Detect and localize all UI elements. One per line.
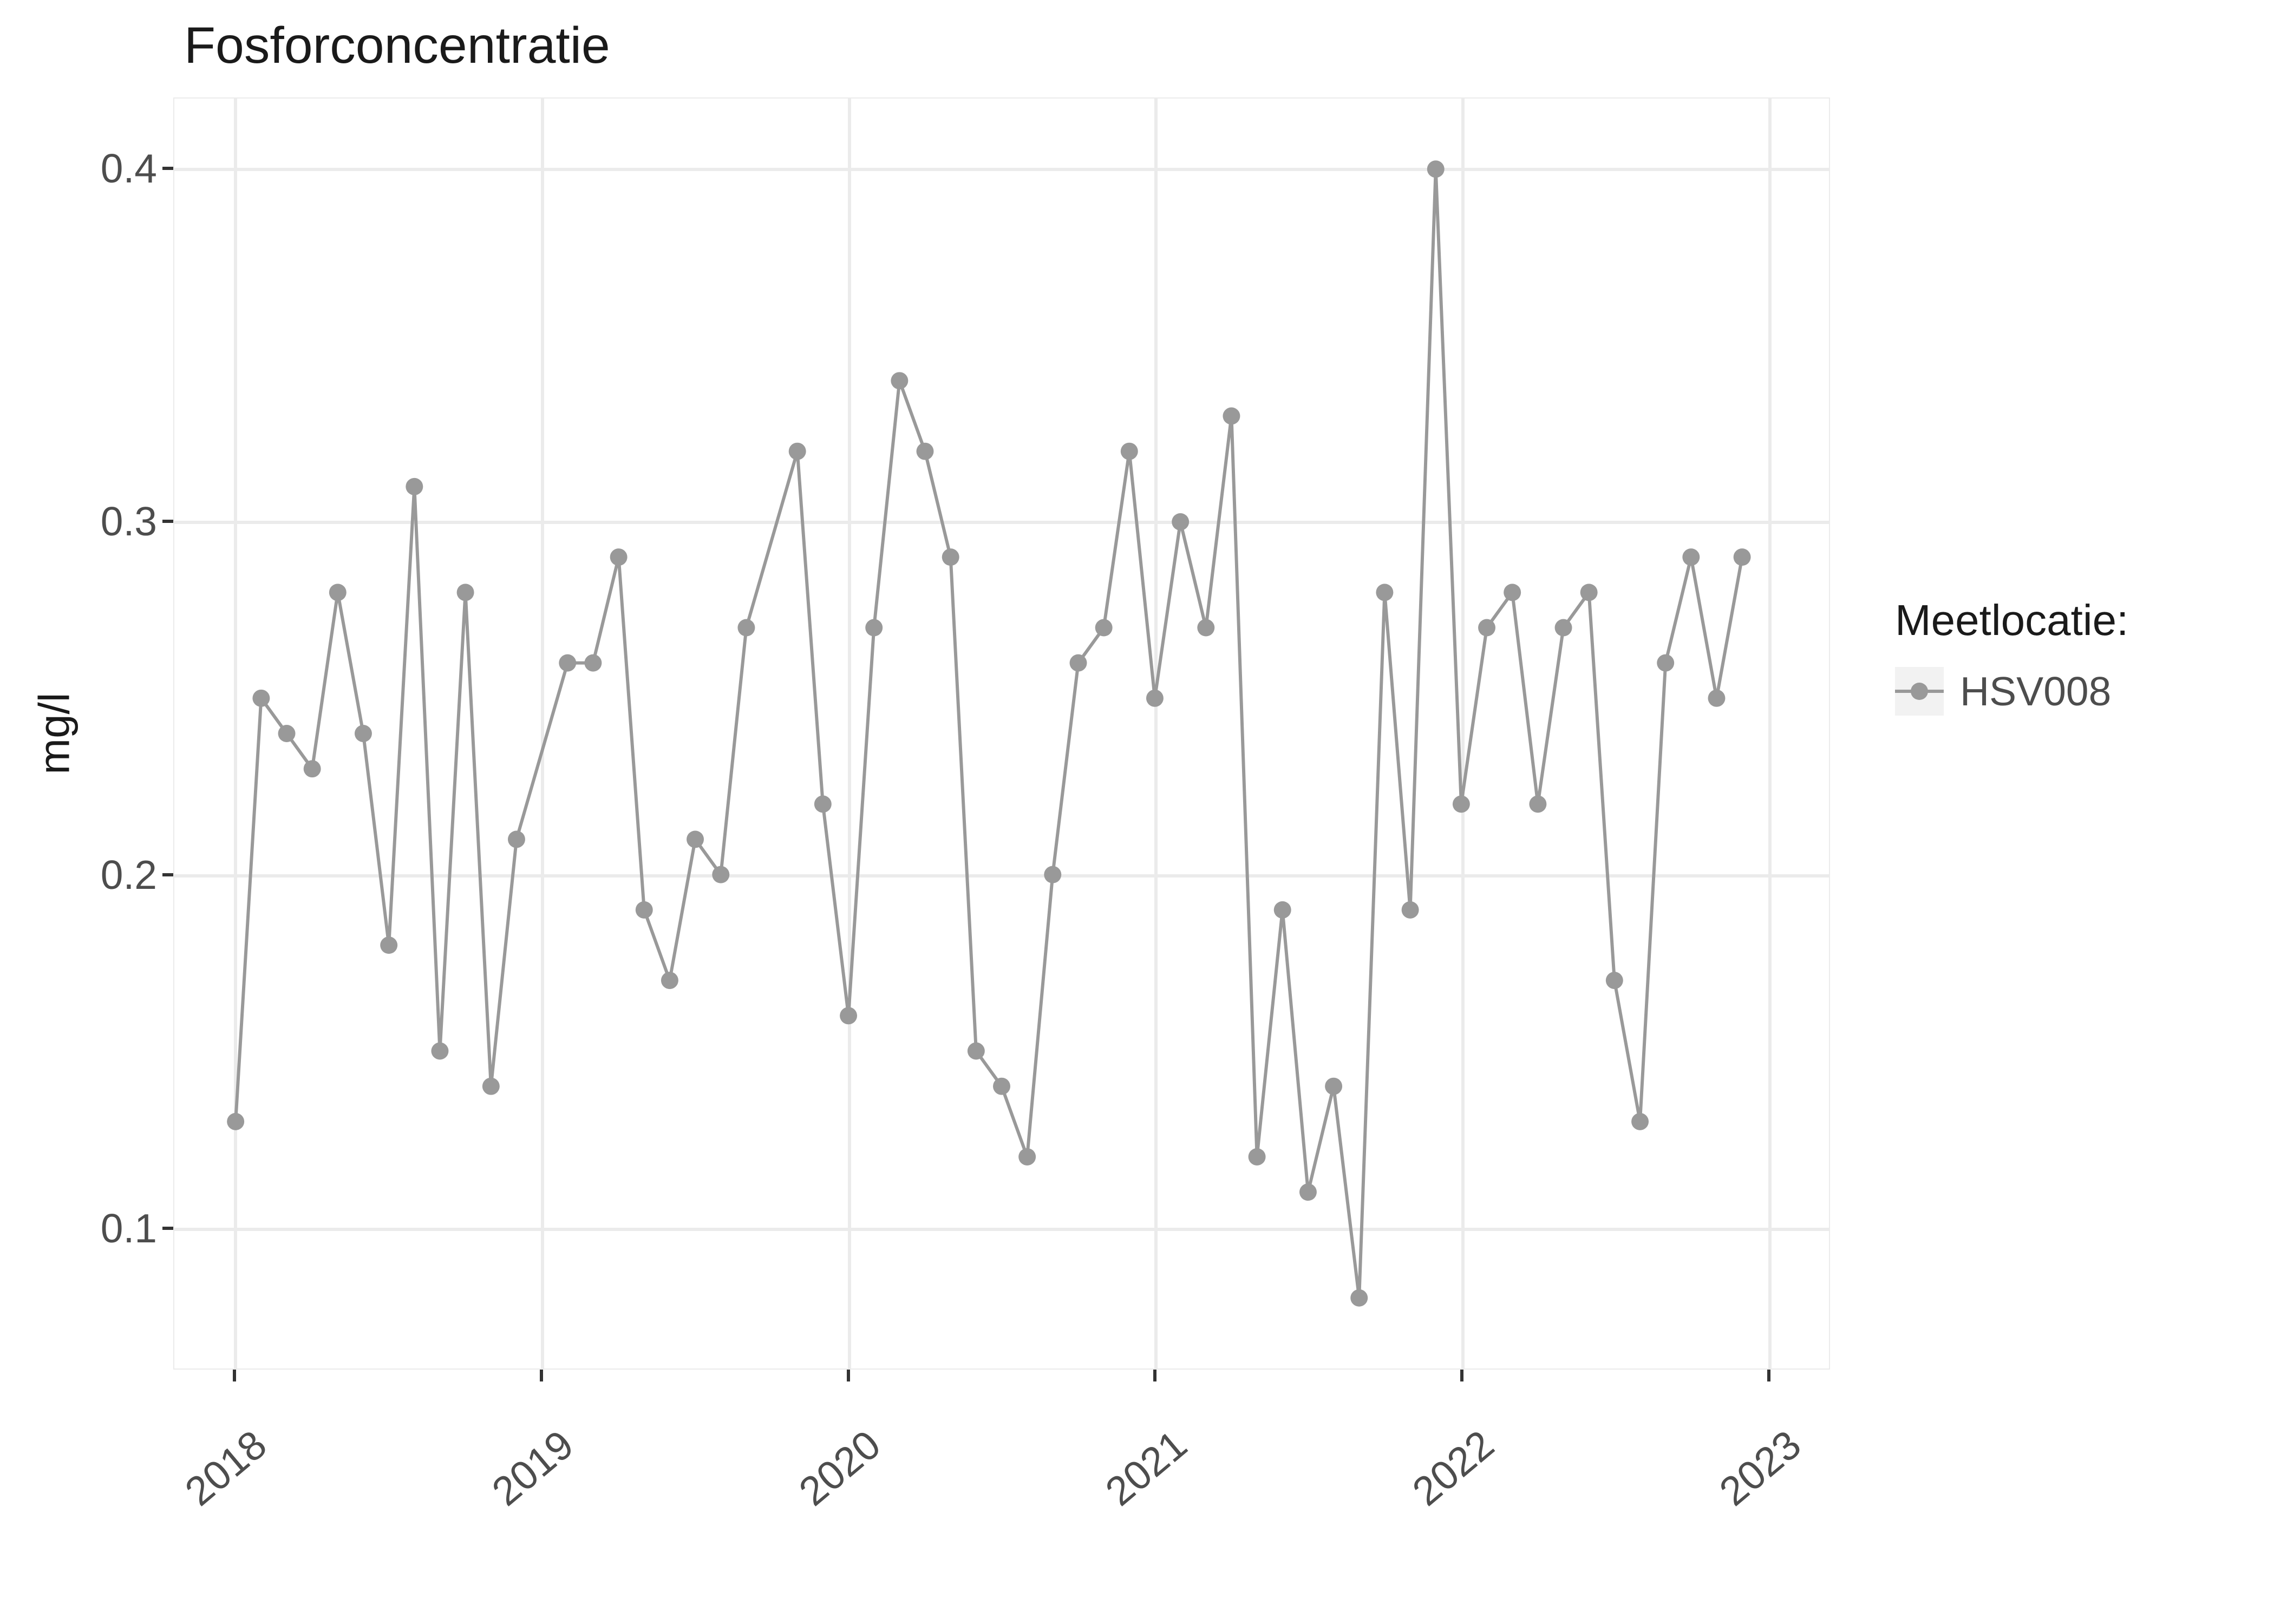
data-point [1453, 795, 1470, 813]
data-point [1095, 619, 1113, 637]
y-tick-mark [162, 167, 173, 170]
y-tick-label: 0.2 [65, 852, 157, 898]
data-point [1044, 866, 1061, 883]
data-point [917, 443, 934, 460]
data-point [891, 372, 908, 389]
data-point [584, 654, 602, 672]
x-tick-label: 2023 [1696, 1421, 1809, 1526]
data-point [1197, 619, 1214, 637]
data-point [1734, 548, 1751, 566]
data-point [482, 1078, 500, 1095]
data-point [1402, 901, 1419, 919]
data-point [1478, 619, 1495, 637]
y-tick-label: 0.1 [65, 1205, 157, 1252]
y-tick-label: 0.4 [65, 145, 157, 192]
y-tick-label: 0.3 [65, 498, 157, 545]
x-tick-label: 2021 [1083, 1421, 1195, 1526]
x-tick-mark [1460, 1370, 1463, 1381]
data-point [814, 795, 832, 813]
data-point [687, 830, 704, 848]
data-point [1682, 548, 1700, 566]
data-point [1223, 408, 1240, 425]
data-point [737, 619, 755, 637]
data-point [1708, 690, 1725, 707]
y-tick-mark [162, 873, 173, 876]
x-tick-mark [1153, 1370, 1156, 1381]
data-point [508, 830, 525, 848]
data-point [1249, 1148, 1266, 1165]
legend-label: HSV008 [1960, 668, 2111, 715]
plot-panel [173, 97, 1830, 1370]
y-axis-label: mg/l [29, 692, 79, 774]
data-point [1376, 584, 1393, 601]
data-point [993, 1078, 1010, 1095]
data-point [355, 725, 372, 742]
data-point [380, 937, 397, 954]
x-tick-label: 2018 [162, 1421, 275, 1526]
data-point [304, 760, 321, 777]
data-point [1172, 513, 1189, 531]
y-tick-mark [162, 1227, 173, 1230]
data-point [1657, 654, 1674, 672]
legend: Meetlocatie: HSV008 [1895, 595, 2231, 716]
x-tick-label: 2020 [776, 1421, 888, 1526]
data-point [457, 584, 474, 601]
chart-title: Fosforconcentratie [184, 16, 610, 75]
data-point [840, 1007, 857, 1024]
data-point [1555, 619, 1572, 637]
data-point [1325, 1078, 1342, 1095]
data-point [252, 690, 270, 707]
data-point [1529, 795, 1546, 813]
data-point [1580, 584, 1598, 601]
x-tick-mark [847, 1370, 850, 1381]
data-point [1121, 443, 1138, 460]
data-point [661, 972, 678, 989]
data-point [636, 901, 653, 919]
data-point [278, 725, 296, 742]
data-point [1274, 901, 1291, 919]
data-point [329, 584, 347, 601]
x-tick-mark [1767, 1370, 1770, 1381]
legend-item: HSV008 [1895, 667, 2231, 716]
x-tick-label: 2022 [1390, 1421, 1502, 1526]
data-point [1018, 1148, 1036, 1165]
data-point [559, 654, 576, 672]
plot-svg [174, 99, 1829, 1368]
data-point [712, 866, 729, 883]
data-point [1146, 690, 1164, 707]
data-point [610, 548, 628, 566]
x-tick-mark [233, 1370, 236, 1381]
data-point [789, 443, 806, 460]
data-point [865, 619, 883, 637]
series-line [236, 169, 1742, 1298]
data-point [1350, 1289, 1368, 1307]
legend-point-icon [1911, 683, 1928, 700]
x-tick-mark [540, 1370, 543, 1381]
x-tick-label: 2019 [469, 1421, 582, 1526]
data-point [1504, 584, 1521, 601]
data-point [406, 478, 423, 495]
data-point [942, 548, 959, 566]
data-point [1299, 1183, 1317, 1201]
data-point [227, 1113, 244, 1130]
data-point [1631, 1113, 1649, 1130]
data-point [1070, 654, 1087, 672]
legend-swatch [1895, 667, 1944, 716]
data-point [1427, 160, 1445, 178]
data-point [431, 1043, 448, 1060]
data-point [1606, 972, 1623, 989]
data-point [968, 1043, 985, 1060]
chart-canvas: Fosforconcentratie mg/l 0.1 0.2 0.3 0.4 201… [0, 0, 2274, 1624]
legend-title: Meetlocatie: [1895, 595, 2231, 645]
y-tick-mark [162, 520, 173, 523]
